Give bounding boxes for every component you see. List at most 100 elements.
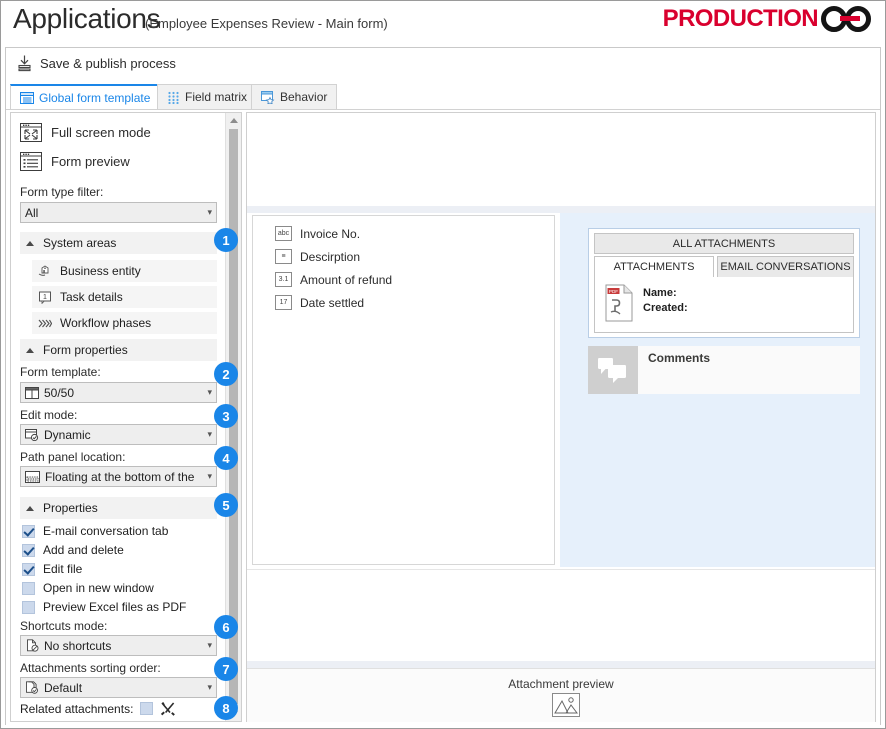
chevron-down-icon: ▾ xyxy=(207,640,212,650)
full-screen-icon xyxy=(20,123,42,142)
shortcuts-mode-select[interactable]: No shortcuts ▾ xyxy=(20,635,217,656)
form-preview-canvas: abc Invoice No. ≡ Descirption 3.1 Amount… xyxy=(246,112,876,722)
multiline-text-icon: ≡ xyxy=(275,249,292,264)
preview-field-label: Descirption xyxy=(300,249,361,264)
related-attachments-row: Related attachments: xyxy=(20,701,176,716)
chevron-up-icon xyxy=(26,240,34,246)
path-panel-icon xyxy=(25,470,40,483)
sidebar-item-task-details[interactable]: 1 Task details xyxy=(32,286,217,308)
checkbox-box xyxy=(22,581,35,595)
svg-text:PDF: PDF xyxy=(609,289,618,294)
checkbox-add-and-delete[interactable]: Add and delete xyxy=(22,543,124,557)
no-shortcuts-icon xyxy=(25,639,39,652)
attachments-sorting-order-select[interactable]: Default ▾ xyxy=(20,677,217,698)
related-attachments-label: Related attachments: xyxy=(20,701,134,716)
checkbox-label: Edit file xyxy=(43,562,83,576)
badge-6: 6 xyxy=(214,615,238,639)
attachment-preview-label: Attachment preview xyxy=(508,677,614,691)
chevron-up-icon xyxy=(26,347,34,353)
edit-mode-value: Dynamic xyxy=(44,427,91,442)
attachments-list: PDF Name: Created: xyxy=(594,277,854,333)
preview-header-region xyxy=(247,113,875,206)
chevron-down-icon: ▾ xyxy=(207,682,212,692)
attachment-meta: Name: Created: xyxy=(643,286,688,316)
save-publish-label: Save & publish process xyxy=(40,55,176,71)
tab-email-conversations[interactable]: EMAIL CONVERSATIONS xyxy=(717,256,854,278)
date-field-icon: 17 xyxy=(275,295,292,310)
checkbox-open-in-new-window[interactable]: Open in new window xyxy=(22,581,154,595)
tab-behavior[interactable]: Behavior xyxy=(251,84,338,109)
path-panel-location-select[interactable]: Floating at the bottom of the ▾ xyxy=(20,466,217,487)
form-preview-icon xyxy=(20,152,42,171)
chain-link-icon xyxy=(821,4,877,34)
svg-text:1: 1 xyxy=(43,294,47,301)
preview-field-label: Invoice No. xyxy=(300,226,361,241)
badge-3: 3 xyxy=(214,404,238,428)
preview-field-description: ≡ Descirption xyxy=(275,249,360,264)
comments-bubble-icon xyxy=(588,346,638,394)
preview-field-invoice-no: abc Invoice No. xyxy=(275,226,360,241)
group-properties[interactable]: Properties xyxy=(20,497,217,519)
scroll-up-arrow-icon[interactable] xyxy=(226,113,241,128)
checkbox-edit-file[interactable]: Edit file xyxy=(22,562,82,576)
preview-field-label: Date settled xyxy=(300,295,365,310)
preview-lower-divider xyxy=(247,661,875,668)
form-template-icon xyxy=(20,91,34,104)
edit-mode-select[interactable]: Dynamic ▾ xyxy=(20,424,217,445)
tools-icon[interactable] xyxy=(160,701,176,716)
group-system-areas[interactable]: System areas xyxy=(20,232,217,254)
checkbox-box xyxy=(22,524,35,538)
checkbox-preview-excel-as-pdf[interactable]: Preview Excel files as PDF xyxy=(22,600,186,614)
form-template-value: 50/50 xyxy=(44,385,75,400)
tab-global-form-template[interactable]: Global form template xyxy=(10,84,161,109)
shortcuts-mode-value: No shortcuts xyxy=(44,638,112,653)
tab-attachments[interactable]: ATTACHMENTS xyxy=(594,256,714,278)
checkbox-box xyxy=(22,562,35,576)
chevron-up-icon xyxy=(26,505,34,511)
matrix-icon xyxy=(167,91,180,104)
checkbox-email-conversation-tab[interactable]: E-mail conversation tab xyxy=(22,524,168,538)
form-type-filter-value: All xyxy=(25,205,39,220)
all-attachments-button[interactable]: ALL ATTACHMENTS xyxy=(594,233,854,254)
form-preview-button[interactable]: Form preview xyxy=(20,152,130,171)
attachments-card: ALL ATTACHMENTS ATTACHMENTS EMAIL CONVER… xyxy=(588,228,860,338)
production-logo: PRODUCTION xyxy=(663,4,877,34)
attachments-sorting-order-label: Attachments sorting order: xyxy=(20,661,161,675)
preview-divider-band xyxy=(247,206,875,213)
tab-label: Field matrix xyxy=(185,90,248,104)
preview-field-amount-of-refund: 3.1 Amount of refund xyxy=(275,272,392,287)
sidebar-scroll-content: Full screen mode Form preview Form type … xyxy=(11,113,225,721)
group-form-properties[interactable]: Form properties xyxy=(20,339,217,361)
badge-8: 8 xyxy=(214,696,238,720)
title-bar: Applications (Employee Expenses Review -… xyxy=(1,1,885,45)
group-label: Form properties xyxy=(43,343,128,357)
preview-field-date-settled: 17 Date settled xyxy=(275,295,364,310)
sidebar-item-label: Task details xyxy=(60,290,123,304)
badge-1: 1 xyxy=(214,228,238,252)
checkbox-label: Add and delete xyxy=(43,543,124,557)
checkbox-label: E-mail conversation tab xyxy=(43,524,169,538)
related-attachments-checkbox[interactable] xyxy=(140,702,154,715)
tab-field-matrix[interactable]: Field matrix xyxy=(157,84,258,109)
checkbox-label: Open in new window xyxy=(43,581,154,595)
sidebar-button-label: Full screen mode xyxy=(51,125,151,140)
preview-field-label: Amount of refund xyxy=(300,272,393,287)
form-template-select[interactable]: 50/50 ▾ xyxy=(20,382,217,403)
form-type-filter-select[interactable]: All ▾ xyxy=(20,202,217,223)
chevron-down-icon: ▾ xyxy=(207,387,212,397)
pdf-file-icon: PDF xyxy=(604,284,634,322)
page-title: Applications xyxy=(13,3,161,34)
comments-title: Comments xyxy=(648,351,711,365)
sidebar-item-workflow-phases[interactable]: Workflow phases xyxy=(32,312,217,334)
form-template-label: Form template: xyxy=(20,365,101,379)
chevron-down-icon: ▾ xyxy=(207,207,212,217)
logo-text: PRODUCTION xyxy=(662,5,819,32)
tab-strip: Global form template Field matrix Behavi… xyxy=(6,84,880,110)
task-details-icon: 1 xyxy=(38,291,52,304)
save-publish-process-button[interactable]: Save & publish process xyxy=(16,54,176,72)
sidebar-item-business-entity[interactable]: Business entity xyxy=(32,260,217,282)
command-bar: Save & publish process xyxy=(6,48,880,85)
edit-mode-label: Edit mode: xyxy=(20,408,78,422)
full-screen-mode-button[interactable]: Full screen mode xyxy=(20,123,151,142)
path-panel-location-value: Floating at the bottom of the xyxy=(45,469,195,484)
